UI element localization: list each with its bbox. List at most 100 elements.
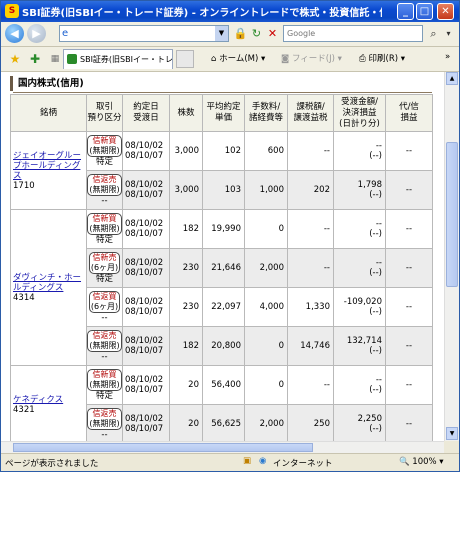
quantity-cell: 20 bbox=[169, 404, 203, 441]
date-cell: 08/10/02 08/10/07 bbox=[122, 365, 170, 405]
column-header: 銘柄 bbox=[10, 94, 87, 132]
credit-pl-value: -- bbox=[405, 419, 413, 429]
quantity-value: 182 bbox=[182, 341, 199, 351]
stock-cell: ダヴィンチ・ホールディングス 4314 bbox=[10, 209, 87, 366]
stop-icon[interactable]: ✕ bbox=[265, 26, 280, 41]
feed-button[interactable]: ◙ フィード(J) ▾ bbox=[281, 52, 342, 64]
credit-pl-cell: -- bbox=[385, 287, 433, 327]
forward-button[interactable]: ▶ bbox=[27, 24, 46, 43]
zoom-control[interactable]: 🔍 100% ▾ bbox=[399, 457, 444, 467]
home-button[interactable]: ⌂ ホーム(M) ▾ bbox=[211, 52, 265, 64]
trade-date: 08/10/02 bbox=[125, 297, 164, 307]
vertical-scrollbar[interactable]: ▲ ▼ bbox=[444, 72, 459, 441]
address-input[interactable]: e ▼ bbox=[59, 25, 229, 42]
trade-type-badge: 信返売 (無期限) bbox=[87, 408, 122, 430]
fee-cell: 2,000 bbox=[244, 248, 288, 288]
column-header-label: 取引 預り区分 bbox=[87, 102, 122, 123]
stock-name-link[interactable]: ジェイオーグループホールディングス bbox=[11, 151, 86, 181]
search-icon[interactable]: ⌕ bbox=[426, 26, 441, 41]
trade-date: 08/10/02 bbox=[125, 414, 164, 424]
average-price-cell: 102 bbox=[202, 131, 245, 171]
custody-type: 特定 bbox=[95, 274, 113, 284]
column-header-label: 約定日 受渡日 bbox=[133, 102, 159, 123]
stock-code: 4321 bbox=[13, 404, 35, 415]
status-text: ページが表示されました bbox=[5, 459, 99, 469]
horizontal-scrollbar[interactable] bbox=[1, 441, 444, 453]
term-label: (無期限) bbox=[89, 146, 120, 155]
stock-name-link[interactable]: ダヴィンチ・ホールディングス bbox=[11, 273, 86, 293]
home-label: ホーム(M) bbox=[219, 54, 259, 64]
term-label: (6ヶ月) bbox=[90, 263, 119, 272]
custody-type: -- bbox=[101, 196, 108, 206]
quantity-value: 20 bbox=[188, 380, 199, 390]
tab-label: SBI証券(旧SBIイー・トレー... bbox=[80, 55, 173, 64]
settlement-amount: -109,020 bbox=[343, 297, 382, 307]
section-heading: 国内株式(信用) bbox=[10, 76, 432, 93]
print-button[interactable]: ⎙ 印刷(R) ▾ bbox=[359, 52, 405, 64]
minimize-button[interactable]: _ bbox=[397, 3, 414, 20]
trade-type-badge: 信新売 (6ヶ月) bbox=[88, 252, 121, 274]
tax-value: 202 bbox=[313, 185, 330, 195]
scroll-up-icon[interactable]: ▲ bbox=[446, 72, 458, 85]
trade-type-label: 信返売 bbox=[92, 331, 117, 340]
column-header: 平均約定 単価 bbox=[202, 94, 245, 132]
add-favorite-icon[interactable]: ✚ bbox=[27, 51, 43, 67]
tax-value: 14,746 bbox=[300, 341, 330, 351]
address-dropdown-icon[interactable]: ▼ bbox=[215, 26, 228, 41]
more-tools-button[interactable]: » bbox=[445, 52, 450, 62]
tab-list-icon[interactable]: ▦ bbox=[47, 51, 63, 67]
date-cell: 08/10/02 08/10/07 bbox=[122, 131, 170, 171]
average-price-value: 22,097 bbox=[211, 302, 241, 312]
close-button[interactable]: ✕ bbox=[437, 3, 454, 20]
search-input[interactable]: Google bbox=[283, 25, 423, 42]
tax-cell: -- bbox=[287, 131, 334, 171]
settle-date: 08/10/07 bbox=[125, 190, 164, 200]
refresh-icon[interactable]: ↻ bbox=[249, 26, 264, 41]
zoom-level: 100% bbox=[412, 457, 437, 467]
stock-name-link[interactable]: ケネディクス bbox=[11, 395, 86, 405]
back-button[interactable]: ◀ bbox=[5, 24, 24, 43]
trade-type-label: 信返買 bbox=[92, 292, 117, 301]
fee-value: 2,000 bbox=[259, 419, 284, 429]
column-header: 取引 預り区分 bbox=[86, 94, 123, 132]
vertical-scroll-thumb[interactable] bbox=[446, 142, 458, 287]
date-cell: 08/10/02 08/10/07 bbox=[122, 326, 170, 366]
quantity-cell: 182 bbox=[169, 326, 203, 366]
new-tab-button[interactable] bbox=[176, 50, 194, 68]
tax-value: 250 bbox=[313, 419, 330, 429]
protected-mode-icon: ▣ bbox=[243, 456, 252, 466]
trade-type-label: 信返売 bbox=[92, 175, 117, 184]
trade-type-label: 信新買 bbox=[92, 370, 117, 379]
trade-date: 08/10/02 bbox=[125, 375, 164, 385]
page-content: 国内株式(信用) 銘柄 取引 預り区分 約定日 受渡日 株数 平均約定 単価 手数料/ 諸… bbox=[1, 72, 444, 441]
average-price-cell: 22,097 bbox=[202, 287, 245, 327]
day-trade-pl: (--) bbox=[369, 268, 382, 278]
ie-page-icon: e bbox=[62, 28, 69, 39]
sbi-app-icon: S bbox=[5, 4, 19, 18]
tax-cell: 1,330 bbox=[287, 287, 334, 327]
settle-date: 08/10/07 bbox=[125, 346, 164, 356]
horizontal-scroll-thumb[interactable] bbox=[13, 443, 313, 452]
column-header-label: 株数 bbox=[177, 107, 195, 118]
column-header: 代/信 損益 bbox=[385, 94, 433, 132]
settle-date: 08/10/07 bbox=[125, 385, 164, 395]
favorites-star-icon[interactable]: ★ bbox=[7, 51, 23, 67]
trade-type-cell: 信新買 (無期限) 特定 bbox=[86, 131, 123, 171]
trade-date: 08/10/02 bbox=[125, 219, 164, 229]
tab-sbi[interactable]: SBI証券(旧SBIイー・トレー... bbox=[63, 49, 173, 69]
scroll-down-icon[interactable]: ▼ bbox=[446, 427, 458, 440]
fee-value: 600 bbox=[267, 146, 284, 156]
settlement-amount: -- bbox=[375, 258, 382, 268]
custody-type: 特定 bbox=[95, 391, 113, 401]
average-price-value: 19,990 bbox=[211, 224, 241, 234]
date-cell: 08/10/02 08/10/07 bbox=[122, 170, 170, 210]
feed-label: フィード(J) bbox=[291, 54, 335, 64]
table-row: ケネディクス 4321 信新買 (無期限) 特定 08/10/02 08/10/07 20 56… bbox=[10, 365, 433, 441]
maximize-button[interactable]: □ bbox=[416, 3, 433, 20]
sbi-tab-icon bbox=[67, 54, 77, 64]
trade-type-badge: 信返売 (無期限) bbox=[87, 174, 122, 196]
trade-history-table: 銘柄 取引 預り区分 約定日 受渡日 株数 平均約定 単価 手数料/ 諸経費等 課税額/ 譲… bbox=[10, 94, 433, 441]
credit-pl-value: -- bbox=[405, 380, 413, 390]
credit-pl-cell: -- bbox=[385, 248, 433, 288]
search-dropdown-icon[interactable]: ▾ bbox=[441, 26, 456, 41]
